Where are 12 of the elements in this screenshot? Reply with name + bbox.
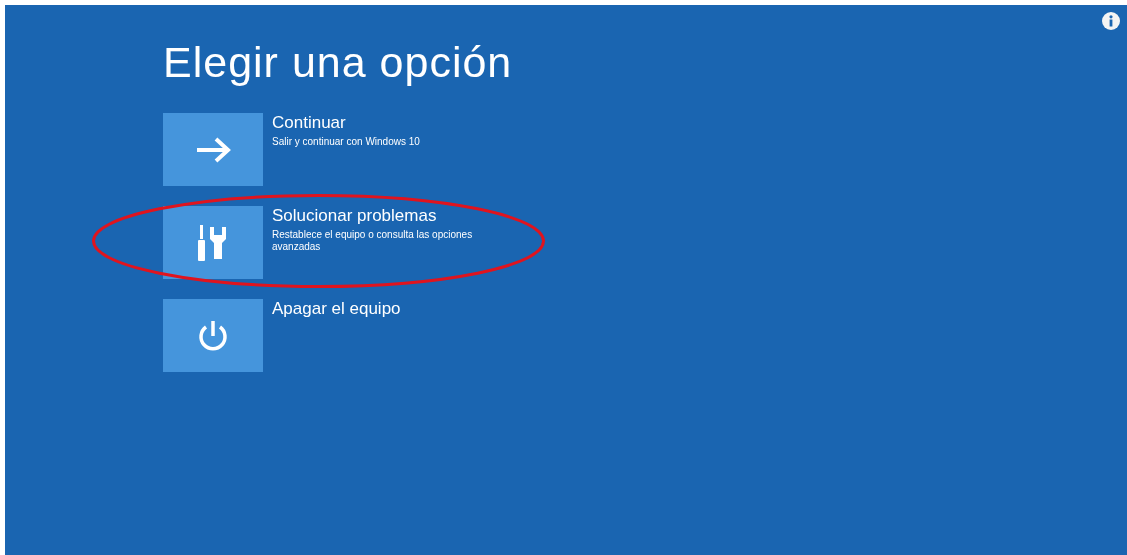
option-label[interactable]: Continuar [272, 113, 494, 133]
option-description: Salir y continuar con Windows 10 [272, 136, 421, 148]
arrow-icon [195, 136, 231, 163]
power-icon [196, 318, 230, 353]
option-label[interactable]: Solucionar problemas [272, 206, 494, 226]
info-icon[interactable] [1102, 12, 1120, 30]
page-title: Elegir una opción [163, 37, 514, 87]
option-tile[interactable] [163, 206, 263, 279]
option-description: Restablece el equipo o consulta las opciones avanzadas [272, 229, 474, 253]
option-tile[interactable] [163, 113, 263, 186]
option-tile[interactable] [163, 299, 263, 372]
option-label[interactable]: Apagar el equipo [272, 299, 494, 319]
